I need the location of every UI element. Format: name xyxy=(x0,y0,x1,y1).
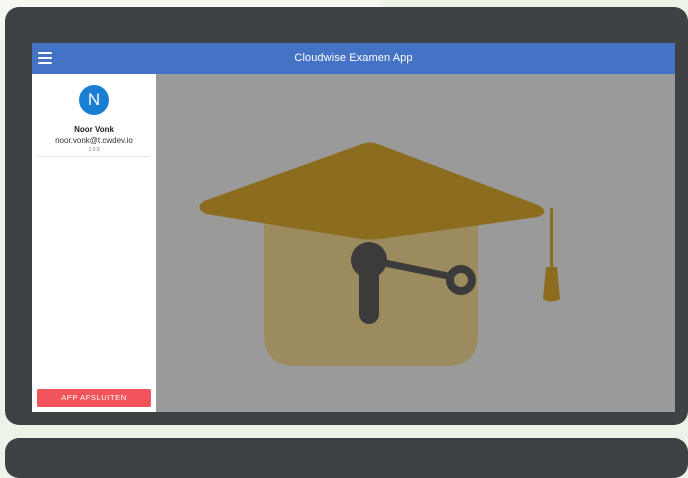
tablet-frame: Cloudwise Examen App N Noor Vonk noor.vo… xyxy=(5,7,688,425)
app-title: Cloudwise Examen App xyxy=(294,52,413,64)
drawer-divider xyxy=(38,156,150,157)
exit-app-button[interactable]: APP AFSLUITEN xyxy=(37,389,151,407)
keyhole-stem xyxy=(359,260,379,324)
user-name: Noor Vonk xyxy=(74,125,114,134)
logo-area xyxy=(156,74,675,412)
tassel xyxy=(543,267,560,302)
app-version: 1.0.0 xyxy=(88,147,100,153)
graduation-cap-key-icon xyxy=(199,142,560,366)
navigation-drawer: N Noor Vonk noor.vonk@t.cwdev.io 1.0.0 A… xyxy=(32,74,156,412)
app-screen: Cloudwise Examen App N Noor Vonk noor.vo… xyxy=(32,43,675,412)
avatar: N xyxy=(79,85,109,115)
cap-board xyxy=(199,142,545,240)
user-email: noor.vonk@t.cwdev.io xyxy=(55,136,133,145)
tassel-cord xyxy=(550,208,553,270)
second-device-frame xyxy=(5,438,688,478)
app-bar: Cloudwise Examen App xyxy=(32,43,675,74)
